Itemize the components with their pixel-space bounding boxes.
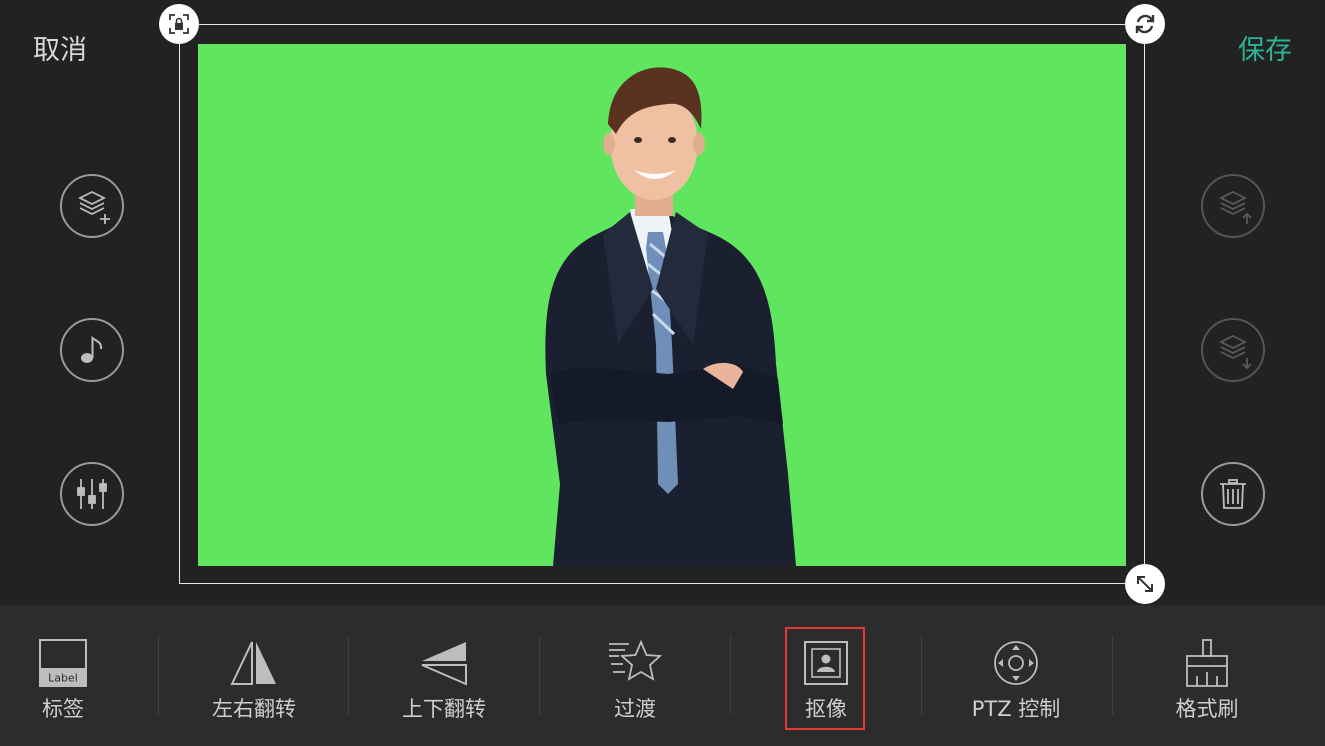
layer-up-button[interactable] [1201,174,1265,238]
tool-flip-vertical-text: 上下翻转 [402,697,486,721]
layers-up-icon [1218,190,1252,224]
add-layer-button[interactable] [60,174,124,238]
layers-down-icon [1218,334,1252,370]
music-button[interactable] [60,318,124,382]
resize-icon [1137,576,1153,592]
audio-mixer-button[interactable] [60,462,124,526]
label-icon: Label [39,639,87,687]
flip-horizontal-icon [230,641,276,685]
tool-flip-horizontal-text: 左右翻转 [212,697,296,721]
delete-button[interactable] [1201,462,1265,526]
ptz-control-icon [994,641,1038,685]
tool-format-brush-text: 格式刷 [1175,697,1239,721]
transition-star-icon [609,639,663,681]
trash-icon [1220,479,1246,509]
lock-handle[interactable] [159,4,199,44]
tool-ptz-control-text: PTZ 控制 [971,697,1061,721]
tool-format-brush[interactable]: 格式刷 [1112,605,1302,746]
tool-transition[interactable]: 过渡 [540,605,730,746]
tool-label-text: 标签 [42,697,84,721]
tool-flip-vertical[interactable]: 上下翻转 [349,605,539,746]
resize-handle[interactable] [1125,564,1165,604]
person-image [545,67,796,566]
tool-label[interactable]: Label 标签 [0,605,158,746]
rotate-handle[interactable] [1125,4,1165,44]
save-button[interactable]: 保存 [1238,28,1292,67]
chroma-key-icon [804,641,848,685]
video-preview[interactable] [198,44,1126,566]
lock-icon [169,14,189,34]
format-brush-icon [1186,639,1228,687]
bottom-toolbar: Label 标签 左右翻转 上下翻转 过渡 抠像 PTZ 控制 格式刷 [0,605,1325,746]
tool-flip-horizontal[interactable]: 左右翻转 [159,605,349,746]
tool-ptz-control[interactable]: PTZ 控制 [921,605,1111,746]
tool-chroma-key-text: 抠像 [805,697,847,721]
sliders-icon [77,479,107,509]
tool-transition-text: 过渡 [614,697,656,721]
rotate-icon [1135,14,1155,34]
svg-text:Label: Label [48,672,78,685]
cancel-button[interactable]: 取消 [33,28,87,67]
layers-plus-icon [77,190,110,224]
music-note-icon [81,335,103,363]
layer-down-button[interactable] [1201,318,1265,382]
tool-chroma-key[interactable]: 抠像 [731,605,921,746]
flip-vertical-icon [421,642,467,686]
